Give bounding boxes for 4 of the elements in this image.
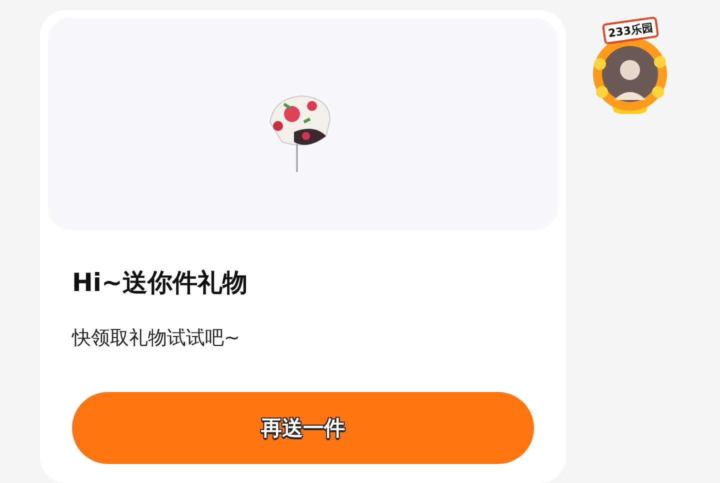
frame-badge: 233乐园 xyxy=(601,16,659,45)
gift-subtitle: 快领取礼物试试吧~ xyxy=(72,326,241,351)
send-another-button[interactable]: 再送一件 xyxy=(72,392,534,464)
gift-title: Hi~送你件礼物 xyxy=(72,267,248,299)
